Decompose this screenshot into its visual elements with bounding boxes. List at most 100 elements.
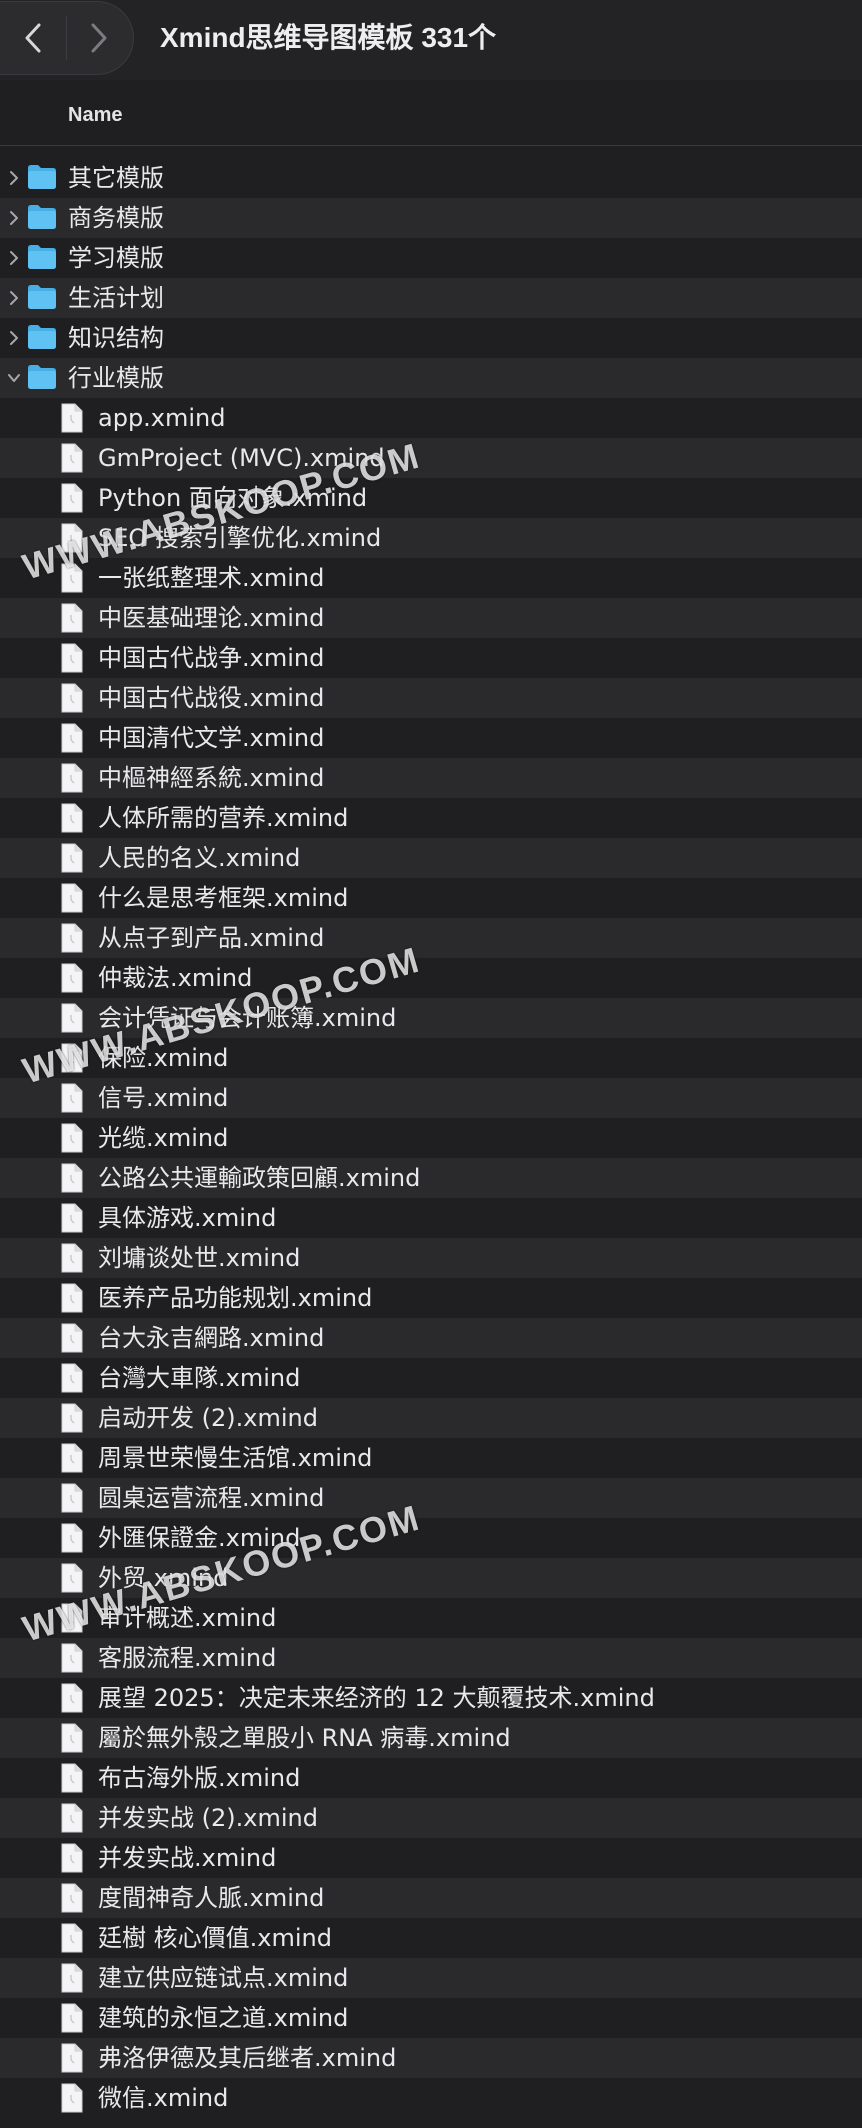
document-icon: [60, 522, 84, 554]
file-row[interactable]: 外匯保證金.xmind: [0, 1518, 862, 1558]
file-name: 中国古代战役.xmind: [98, 684, 325, 712]
file-row[interactable]: 公路公共運輸政策回顧.xmind: [0, 1158, 862, 1198]
back-button[interactable]: [0, 2, 66, 74]
file-row[interactable]: GmProject (MVC).xmind: [0, 438, 862, 478]
file-row[interactable]: 会计凭证与会计账簿.xmind: [0, 998, 862, 1038]
file-name: 一张纸整理术.xmind: [98, 564, 325, 592]
file-row[interactable]: 圆桌运营流程.xmind: [0, 1478, 862, 1518]
file-name: 度間神奇人脈.xmind: [98, 1884, 325, 1912]
file-row[interactable]: 人体所需的营养.xmind: [0, 798, 862, 838]
chevron-right-icon[interactable]: [4, 248, 24, 268]
document-icon: [60, 562, 84, 594]
file-row[interactable]: 并发实战.xmind: [0, 1838, 862, 1878]
chevron-right-icon[interactable]: [4, 168, 24, 188]
name-column-header[interactable]: Name: [68, 104, 122, 127]
file-name: 光缆.xmind: [98, 1124, 229, 1152]
file-name: 并发实战.xmind: [98, 1844, 277, 1872]
file-name: 廷樹 核心價值.xmind: [98, 1924, 332, 1952]
file-name: GmProject (MVC).xmind: [98, 444, 385, 472]
folder-name: 生活计划: [68, 284, 164, 312]
file-row[interactable]: 光缆.xmind: [0, 1118, 862, 1158]
file-name: 具体游戏.xmind: [98, 1204, 277, 1232]
file-name: 刘墉谈处世.xmind: [98, 1244, 301, 1272]
file-row[interactable]: 屬於無外殼之單股小 RNA 病毒.xmind: [0, 1718, 862, 1758]
forward-button[interactable]: [66, 2, 132, 74]
folder-row[interactable]: 其它模版: [0, 158, 862, 198]
file-row[interactable]: 台大永吉網路.xmind: [0, 1318, 862, 1358]
file-name: 弗洛伊德及其后继者.xmind: [98, 2044, 397, 2072]
file-row[interactable]: 台灣大車隊.xmind: [0, 1358, 862, 1398]
file-row[interactable]: 周景世荣慢生活馆.xmind: [0, 1438, 862, 1478]
file-row[interactable]: 客服流程.xmind: [0, 1638, 862, 1678]
document-icon: [60, 1682, 84, 1714]
folder-row[interactable]: 生活计划: [0, 278, 862, 318]
window-title: Xmind思维导图模板 331个: [160, 22, 497, 53]
file-row[interactable]: 建筑的永恒之道.xmind: [0, 1998, 862, 2038]
file-row[interactable]: 从点子到产品.xmind: [0, 918, 862, 958]
folder-row[interactable]: 商务模版: [0, 198, 862, 238]
document-icon: [60, 1242, 84, 1274]
file-row[interactable]: 展望 2025：决定未来经济的 12 大颠覆技术.xmind: [0, 1678, 862, 1718]
column-header: Name: [0, 92, 862, 146]
document-icon: [60, 482, 84, 514]
document-icon: [60, 1082, 84, 1114]
file-row[interactable]: Python 面向对象.xmind: [0, 478, 862, 518]
file-row[interactable]: 微信.xmind: [0, 2078, 862, 2118]
file-row[interactable]: 刘墉谈处世.xmind: [0, 1238, 862, 1278]
document-icon: [60, 1442, 84, 1474]
file-name: Python 面向对象.xmind: [98, 484, 368, 512]
file-name: 中国古代战争.xmind: [98, 644, 325, 672]
document-icon: [60, 722, 84, 754]
folder-row[interactable]: 学习模版: [0, 238, 862, 278]
file-row[interactable]: 保险.xmind: [0, 1038, 862, 1078]
file-row[interactable]: 什么是思考框架.xmind: [0, 878, 862, 918]
file-row[interactable]: 布古海外版.xmind: [0, 1758, 862, 1798]
file-row[interactable]: 廷樹 核心價值.xmind: [0, 1918, 862, 1958]
file-row[interactable]: 中国古代战争.xmind: [0, 638, 862, 678]
file-row[interactable]: 外贸.xmind: [0, 1558, 862, 1598]
document-icon: [60, 1402, 84, 1434]
file-name: 中医基础理论.xmind: [98, 604, 325, 632]
file-row[interactable]: 启动开发 (2).xmind: [0, 1398, 862, 1438]
file-row[interactable]: 仲裁法.xmind: [0, 958, 862, 998]
document-icon: [60, 442, 84, 474]
file-row[interactable]: 具体游戏.xmind: [0, 1198, 862, 1238]
file-row[interactable]: 并发实战 (2).xmind: [0, 1798, 862, 1838]
folder-icon: [26, 363, 58, 391]
file-name: 仲裁法.xmind: [98, 964, 253, 992]
folder-name: 学习模版: [68, 244, 164, 272]
file-row[interactable]: SEO 搜索引擎优化.xmind: [0, 518, 862, 558]
file-row[interactable]: 信号.xmind: [0, 1078, 862, 1118]
folder-name: 行业模版: [68, 364, 164, 392]
file-row[interactable]: 审计概述.xmind: [0, 1598, 862, 1638]
chevron-right-icon[interactable]: [4, 208, 24, 228]
file-row[interactable]: 弗洛伊德及其后继者.xmind: [0, 2038, 862, 2078]
document-icon: [60, 1922, 84, 1954]
file-row[interactable]: 人民的名义.xmind: [0, 838, 862, 878]
file-name: 中樞神經系統.xmind: [98, 764, 325, 792]
file-row[interactable]: 医养产品功能规划.xmind: [0, 1278, 862, 1318]
file-row[interactable]: 中国古代战役.xmind: [0, 678, 862, 718]
document-icon: [60, 962, 84, 994]
chevron-down-icon[interactable]: [4, 368, 24, 388]
file-row[interactable]: 建立供应链试点.xmind: [0, 1958, 862, 1998]
document-icon: [60, 1122, 84, 1154]
file-row[interactable]: 中樞神經系統.xmind: [0, 758, 862, 798]
file-name: 从点子到产品.xmind: [98, 924, 325, 952]
file-row[interactable]: app.xmind: [0, 398, 862, 438]
document-icon: [60, 1722, 84, 1754]
file-row[interactable]: 一张纸整理术.xmind: [0, 558, 862, 598]
document-icon: [60, 1562, 84, 1594]
file-row[interactable]: 中国清代文学.xmind: [0, 718, 862, 758]
chevron-right-icon[interactable]: [4, 328, 24, 348]
file-row[interactable]: 度間神奇人脈.xmind: [0, 1878, 862, 1918]
folder-row[interactable]: 行业模版: [0, 358, 862, 398]
folder-row[interactable]: 知识结构: [0, 318, 862, 358]
document-icon: [60, 922, 84, 954]
file-name: 会计凭证与会计账簿.xmind: [98, 1004, 397, 1032]
file-row[interactable]: 中医基础理论.xmind: [0, 598, 862, 638]
document-icon: [60, 602, 84, 634]
chevron-right-icon[interactable]: [4, 288, 24, 308]
file-name: 启动开发 (2).xmind: [98, 1404, 318, 1432]
document-icon: [60, 1602, 84, 1634]
